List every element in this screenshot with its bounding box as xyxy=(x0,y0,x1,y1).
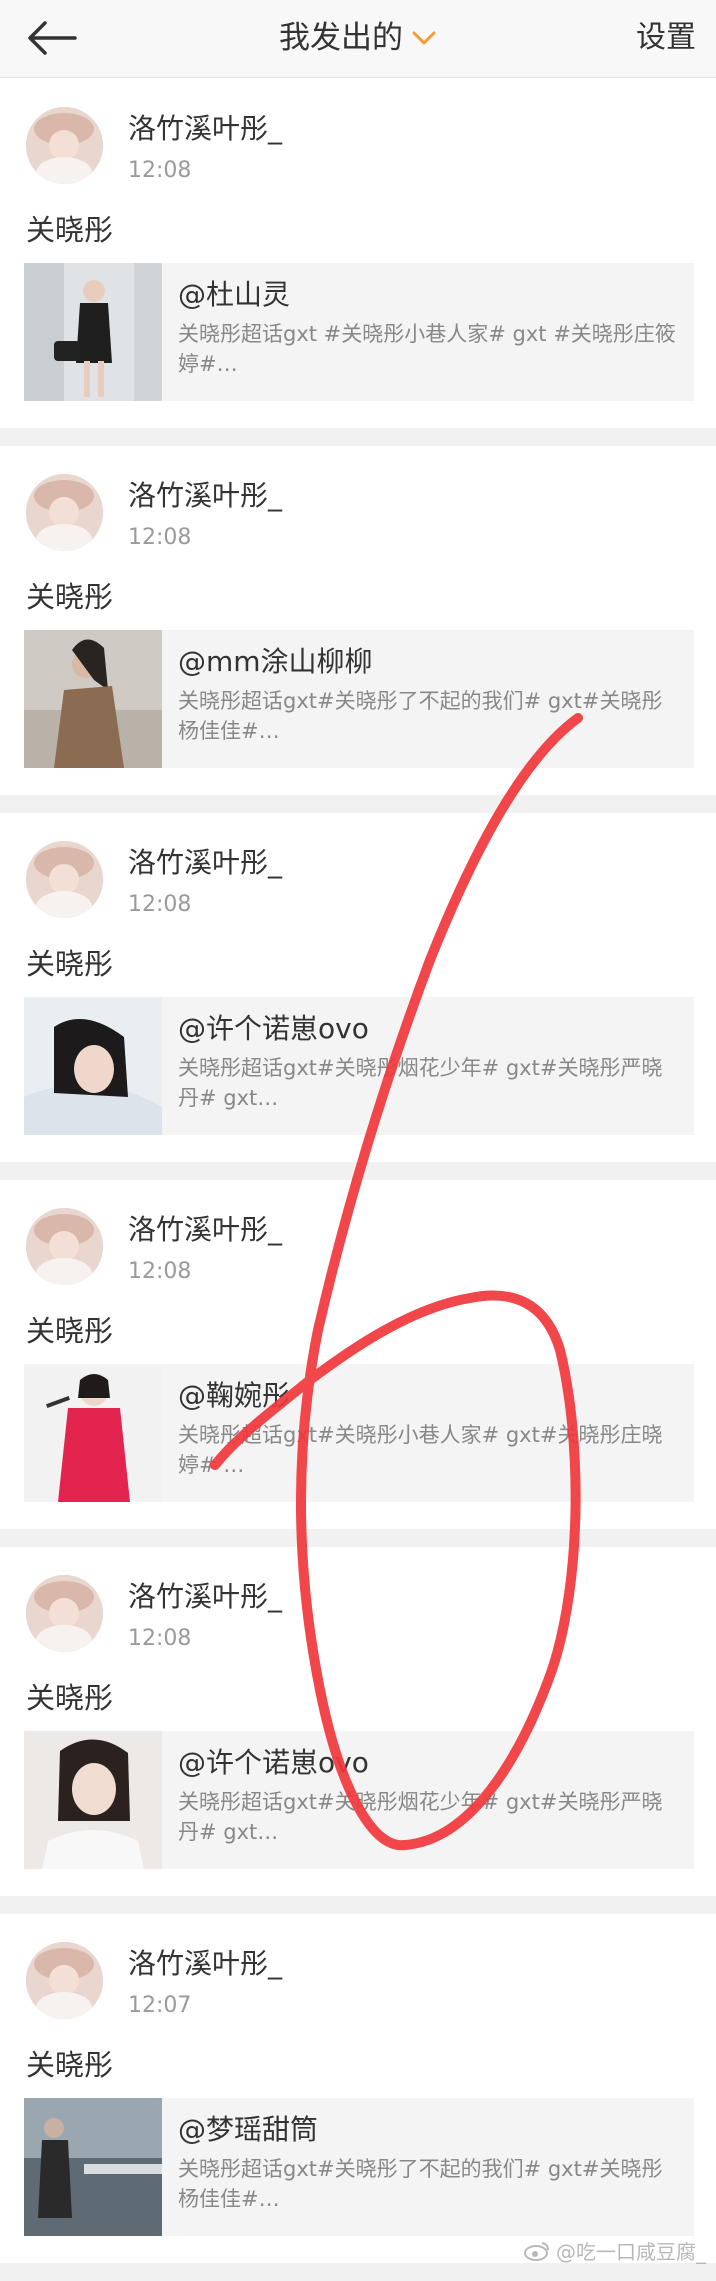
card-title: @鞠婉彤 xyxy=(178,1379,291,1412)
shared-card[interactable]: @鞠婉彤 关晓彤超话gxt#关晓彤小巷人家# gxt#关晓彤庄晓婷# … xyxy=(24,1364,694,1502)
post-time: 12:08 xyxy=(128,525,192,550)
post-text: 关晓彤 xyxy=(26,1681,114,1715)
page-title-dropdown[interactable]: 我发出的 xyxy=(0,16,716,60)
post-item[interactable]: 洛竹溪叶彤_ 12:08 关晓彤 @许个诺崽ovo 关晓彤超话gxt#关晓彤烟花… xyxy=(0,813,716,1162)
card-thumbnail xyxy=(24,263,162,401)
avatar[interactable] xyxy=(26,107,103,184)
top-nav-bar: 我发出的 设置 xyxy=(0,0,716,78)
chevron-down-icon xyxy=(412,31,436,45)
card-thumbnail xyxy=(24,1731,162,1869)
card-title: @mm涂山柳柳 xyxy=(178,645,373,678)
post-time: 12:07 xyxy=(128,1993,192,2018)
settings-button[interactable]: 设置 xyxy=(636,18,696,58)
post-username[interactable]: 洛竹溪叶彤_ xyxy=(128,1212,282,1248)
post-item[interactable]: 洛竹溪叶彤_ 12:08 关晓彤 @鞠婉彤 关晓彤超话gxt#关晓彤小巷人家# … xyxy=(0,1180,716,1529)
shared-card[interactable]: @杜山灵 关晓彤超话gxt #关晓彤小巷人家# gxt #关晓彤庄筱婷#… xyxy=(24,263,694,401)
weibo-logo-icon xyxy=(524,2241,549,2261)
card-thumbnail xyxy=(24,1364,162,1502)
card-description: 关晓彤超话gxt#关晓彤烟花少年# gxt#关晓彤严晓丹# gxt… xyxy=(178,1790,663,1844)
card-title: @杜山灵 xyxy=(178,278,291,311)
post-username[interactable]: 洛竹溪叶彤_ xyxy=(128,845,282,881)
avatar[interactable] xyxy=(26,1575,103,1652)
post-text: 关晓彤 xyxy=(26,1314,114,1348)
card-description: 关晓彤超话gxt#关晓彤烟花少年# gxt#关晓彤严晓丹# gxt… xyxy=(178,1056,663,1110)
avatar[interactable] xyxy=(26,1942,103,2019)
card-thumbnail xyxy=(24,2098,162,2236)
post-time: 12:08 xyxy=(128,1626,192,1651)
card-description: 关晓彤超话gxt#关晓彤了不起的我们# gxt#关晓彤杨佳佳#… xyxy=(178,689,663,743)
card-title: @许个诺崽ovo xyxy=(178,1746,369,1779)
post-divider xyxy=(0,1896,716,1914)
post-divider xyxy=(0,1529,716,1547)
avatar[interactable] xyxy=(26,474,103,551)
post-divider xyxy=(0,2263,716,2281)
card-title: @梦瑶甜筒 xyxy=(178,2113,319,2146)
post-divider xyxy=(0,1162,716,1180)
post-item[interactable]: 洛竹溪叶彤_ 12:07 关晓彤 @梦瑶甜筒 关晓彤超话gxt#关晓彤了不起的我… xyxy=(0,1914,716,2263)
card-thumbnail xyxy=(24,997,162,1135)
card-description: 关晓彤超话gxt#关晓彤小巷人家# gxt#关晓彤庄晓婷# … xyxy=(178,1423,663,1477)
card-title: @许个诺崽ovo xyxy=(178,1012,369,1045)
post-text: 关晓彤 xyxy=(26,580,114,614)
post-text: 关晓彤 xyxy=(26,947,114,981)
post-divider xyxy=(0,428,716,446)
post-item[interactable]: 洛竹溪叶彤_ 12:08 关晓彤 @许个诺崽ovo 关晓彤超话gxt#关晓彤烟花… xyxy=(0,1547,716,1896)
post-text: 关晓彤 xyxy=(26,2048,114,2082)
avatar[interactable] xyxy=(26,841,103,918)
page-title: 我发出的 xyxy=(279,20,403,56)
post-username[interactable]: 洛竹溪叶彤_ xyxy=(128,1946,282,1982)
shared-card[interactable]: @许个诺崽ovo 关晓彤超话gxt#关晓彤烟花少年# gxt#关晓彤严晓丹# g… xyxy=(24,1731,694,1869)
shared-card[interactable]: @许个诺崽ovo 关晓彤超话gxt#关晓彤烟花少年# gxt#关晓彤严晓丹# g… xyxy=(24,997,694,1135)
card-thumbnail xyxy=(24,630,162,768)
post-text: 关晓彤 xyxy=(26,213,114,247)
watermark-text: @吃一口咸豆腐_ xyxy=(556,2240,706,2264)
post-time: 12:08 xyxy=(128,892,192,917)
card-description: 关晓彤超话gxt#关晓彤了不起的我们# gxt#关晓彤杨佳佳#… xyxy=(178,2157,663,2211)
watermark: @吃一口咸豆腐_ xyxy=(524,2236,706,2265)
post-username[interactable]: 洛竹溪叶彤_ xyxy=(128,478,282,514)
post-item[interactable]: 洛竹溪叶彤_ 12:08 关晓彤 @杜山灵 关晓彤超话gxt #关晓彤小巷人家#… xyxy=(0,79,716,428)
shared-card[interactable]: @梦瑶甜筒 关晓彤超话gxt#关晓彤了不起的我们# gxt#关晓彤杨佳佳#… xyxy=(24,2098,694,2236)
post-divider xyxy=(0,795,716,813)
post-time: 12:08 xyxy=(128,1259,192,1284)
post-feed: 洛竹溪叶彤_ 12:08 关晓彤 @杜山灵 关晓彤超话gxt #关晓彤小巷人家#… xyxy=(0,79,716,2281)
card-description: 关晓彤超话gxt #关晓彤小巷人家# gxt #关晓彤庄筱婷#… xyxy=(178,322,676,376)
post-username[interactable]: 洛竹溪叶彤_ xyxy=(128,1579,282,1615)
post-item[interactable]: 洛竹溪叶彤_ 12:08 关晓彤 @mm涂山柳柳 关晓彤超话gxt#关晓彤了不起… xyxy=(0,446,716,795)
post-time: 12:08 xyxy=(128,158,192,183)
shared-card[interactable]: @mm涂山柳柳 关晓彤超话gxt#关晓彤了不起的我们# gxt#关晓彤杨佳佳#… xyxy=(24,630,694,768)
avatar[interactable] xyxy=(26,1208,103,1285)
post-username[interactable]: 洛竹溪叶彤_ xyxy=(128,111,282,147)
